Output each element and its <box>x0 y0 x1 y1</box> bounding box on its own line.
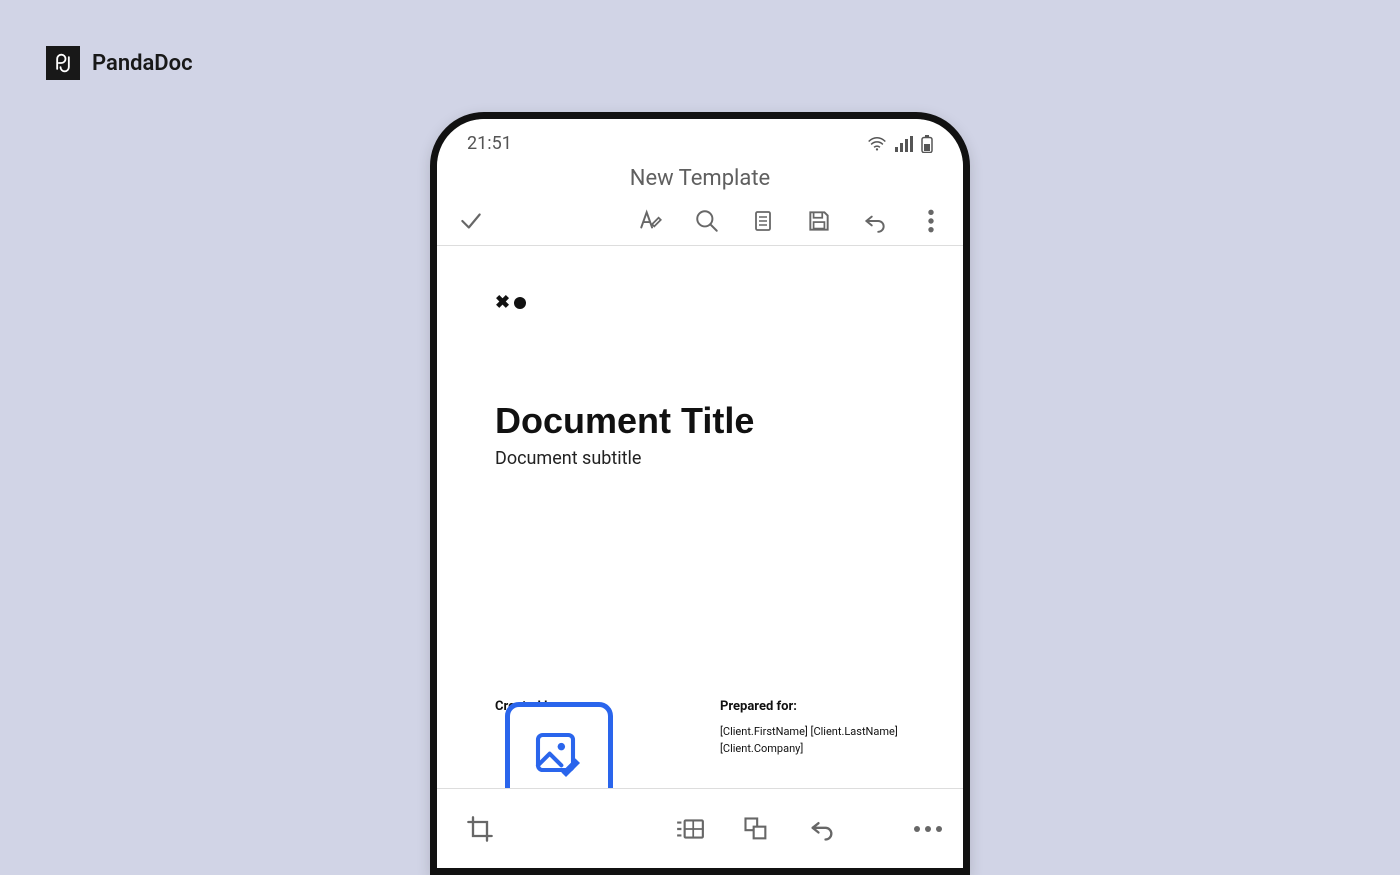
prepared-for-section: Prepared for: [Client.FirstName] [Client… <box>720 699 905 757</box>
confirm-button[interactable] <box>457 207 485 235</box>
phone-frame: 21:51 <box>430 112 970 875</box>
status-time: 21:51 <box>467 133 512 154</box>
text-style-button[interactable] <box>637 207 665 235</box>
brand-logo: PandaDoc <box>46 46 193 80</box>
more-button[interactable] <box>917 207 945 235</box>
phone-screen: 21:51 <box>437 119 963 868</box>
image-edit-popover[interactable] <box>505 702 613 788</box>
page-title: New Template <box>437 160 963 201</box>
reading-view-button[interactable] <box>749 207 777 235</box>
shapes-button[interactable] <box>741 814 771 844</box>
image-edit-icon <box>531 728 587 784</box>
client-name-token[interactable]: [Client.FirstName] [Client.LastName] <box>720 724 905 741</box>
signal-icon <box>895 136 913 152</box>
bottom-toolbar <box>437 788 963 868</box>
prepared-for-label: Prepared for: <box>720 699 905 714</box>
search-button[interactable] <box>693 207 721 235</box>
status-bar: 21:51 <box>437 119 963 160</box>
undo-bottom-button[interactable] <box>807 814 837 844</box>
more-dots-icon <box>914 826 942 832</box>
brand-mark-icon <box>46 46 80 80</box>
save-button[interactable] <box>805 207 833 235</box>
brand-name: PandaDoc <box>92 51 193 76</box>
document-subtitle[interactable]: Document subtitle <box>495 448 905 469</box>
crop-button[interactable] <box>465 814 495 844</box>
more-bottom-button[interactable] <box>913 814 943 844</box>
battery-icon <box>921 135 933 153</box>
undo-button[interactable] <box>861 207 889 235</box>
client-company-token[interactable]: [Client.Company] <box>720 741 905 758</box>
status-icons <box>867 135 933 153</box>
document-canvas[interactable]: ✖ Document Title Document subtitle Creat… <box>437 246 963 788</box>
document-logo-icon: ✖ <box>495 294 905 312</box>
top-toolbar <box>437 201 963 246</box>
document-title[interactable]: Document Title <box>495 400 905 442</box>
insert-table-button[interactable] <box>675 814 705 844</box>
wifi-icon <box>867 136 887 152</box>
